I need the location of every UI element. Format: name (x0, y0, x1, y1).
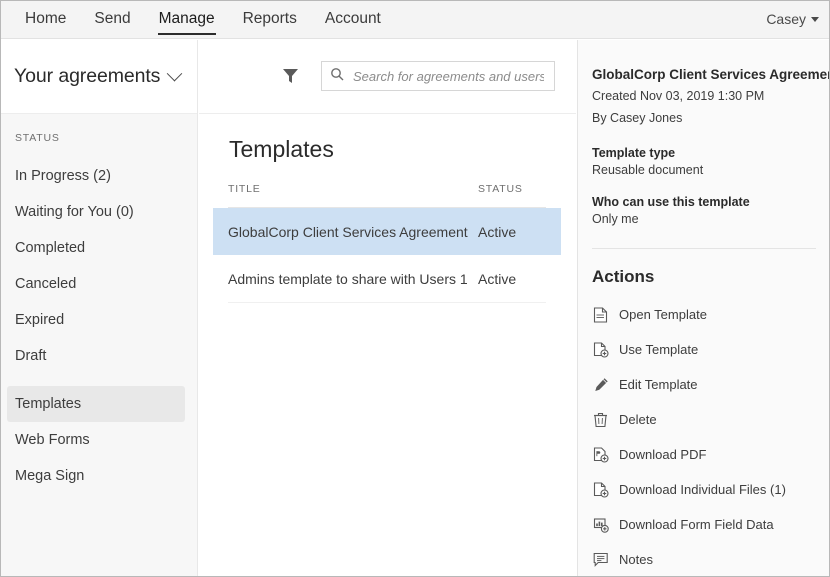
details-template-type-value: Reusable document (592, 163, 704, 177)
action-download-pdf[interactable]: Download PDF (592, 437, 816, 472)
cell-title: GlobalCorp Client Services Agreement (228, 223, 468, 240)
action-label: Download Form Field Data (619, 517, 774, 532)
templates-table: TITLE STATUS GlobalCorp Client Services … (213, 180, 561, 303)
sidebar-item-expired[interactable]: Expired (1, 302, 191, 338)
action-label: Notes (619, 552, 653, 567)
search-icon (330, 67, 344, 86)
details-who-can-use-label: Who can use this template (592, 195, 750, 209)
action-open-template[interactable]: Open Template (592, 297, 816, 332)
page-title: Templates (229, 136, 334, 162)
nav-item-home[interactable]: Home (11, 1, 80, 39)
sidebar-item-draft[interactable]: Draft (1, 338, 191, 374)
details-panel: GlobalCorp Client Services Agreement Cre… (577, 40, 830, 576)
cell-status: Active (478, 223, 517, 240)
table-row[interactable]: Admins template to share with Users 1 Ac… (228, 255, 546, 303)
your-agreements-title: Your agreements (14, 65, 161, 87)
sidebar-item-in-progress[interactable]: In Progress (2) (1, 158, 191, 194)
search-box[interactable] (321, 61, 555, 91)
action-notes[interactable]: Notes (592, 542, 816, 576)
speech-bubble-icon (592, 551, 609, 568)
action-edit-template[interactable]: Edit Template (592, 367, 816, 402)
sidebar-item-canceled[interactable]: Canceled (1, 266, 191, 302)
cell-status: Active (478, 270, 517, 287)
action-label: Use Template (619, 342, 699, 357)
details-created-date: Created Nov 03, 2019 1:30 PM (592, 89, 765, 103)
details-template-type-label: Template type (592, 146, 676, 160)
app-window: Home Send Manage Reports Account Casey Y… (0, 0, 830, 577)
search-input[interactable] (351, 67, 546, 85)
details-document-title: GlobalCorp Client Services Agreement (592, 67, 830, 82)
sidebar-item-templates[interactable]: Templates (7, 386, 185, 422)
details-author: By Casey Jones (592, 111, 683, 125)
content-toolbar (199, 40, 576, 114)
pdf-download-icon (592, 446, 609, 463)
column-header-status[interactable]: STATUS (478, 183, 546, 195)
action-delete[interactable]: Delete (592, 402, 816, 437)
chevron-down-icon (811, 16, 819, 22)
details-content: GlobalCorp Client Services Agreement Cre… (578, 40, 830, 576)
details-divider (592, 248, 816, 249)
nav-item-reports[interactable]: Reports (229, 1, 311, 39)
column-header-title[interactable]: TITLE (228, 183, 478, 195)
action-use-template[interactable]: Use Template (592, 332, 816, 367)
sidebar-item-web-forms[interactable]: Web Forms (1, 422, 191, 458)
nav-item-send[interactable]: Send (80, 1, 144, 39)
action-label: Delete (619, 412, 657, 427)
user-menu[interactable]: Casey (766, 11, 819, 27)
document-icon (592, 306, 609, 323)
filter-icon[interactable] (281, 66, 300, 90)
cell-title: Admins template to share with Users 1 (228, 270, 468, 287)
left-sidebar: Your agreements STATUS In Progress (2) W… (1, 40, 198, 576)
your-agreements-dropdown[interactable]: Your agreements (1, 40, 197, 114)
details-who-can-use-value: Only me (592, 212, 639, 226)
top-navigation-bar: Home Send Manage Reports Account Casey (1, 1, 829, 39)
nav-item-manage[interactable]: Manage (145, 1, 229, 39)
sidebar-item-mega-sign[interactable]: Mega Sign (1, 458, 191, 494)
chevron-down-icon (167, 65, 183, 82)
nav-item-account[interactable]: Account (311, 1, 395, 39)
action-download-form-field-data[interactable]: Download Form Field Data (592, 507, 816, 542)
sidebar-item-completed[interactable]: Completed (1, 230, 191, 266)
action-label: Download Individual Files (1) (619, 482, 786, 497)
status-section-label: STATUS (15, 132, 60, 144)
action-download-individual-files[interactable]: Download Individual Files (1) (592, 472, 816, 507)
chart-download-icon (592, 516, 609, 533)
table-header-row: TITLE STATUS (228, 180, 546, 208)
action-label: Edit Template (619, 377, 698, 392)
nav-items: Home Send Manage Reports Account (11, 1, 395, 39)
trash-icon (592, 411, 609, 428)
actions-heading: Actions (592, 267, 655, 286)
pencil-icon (592, 376, 609, 393)
sidebar-item-waiting-for-you[interactable]: Waiting for You (0) (1, 194, 191, 230)
table-row[interactable]: GlobalCorp Client Services Agreement Act… (213, 208, 561, 255)
action-label: Download PDF (619, 447, 707, 462)
document-add-icon (592, 341, 609, 358)
user-menu-label: Casey (766, 11, 806, 27)
file-download-icon (592, 481, 609, 498)
action-label: Open Template (619, 307, 707, 322)
sidebar-status-list: In Progress (2) Waiting for You (0) Comp… (1, 158, 197, 494)
main-content-panel: Templates TITLE STATUS GlobalCorp Client… (199, 40, 576, 576)
